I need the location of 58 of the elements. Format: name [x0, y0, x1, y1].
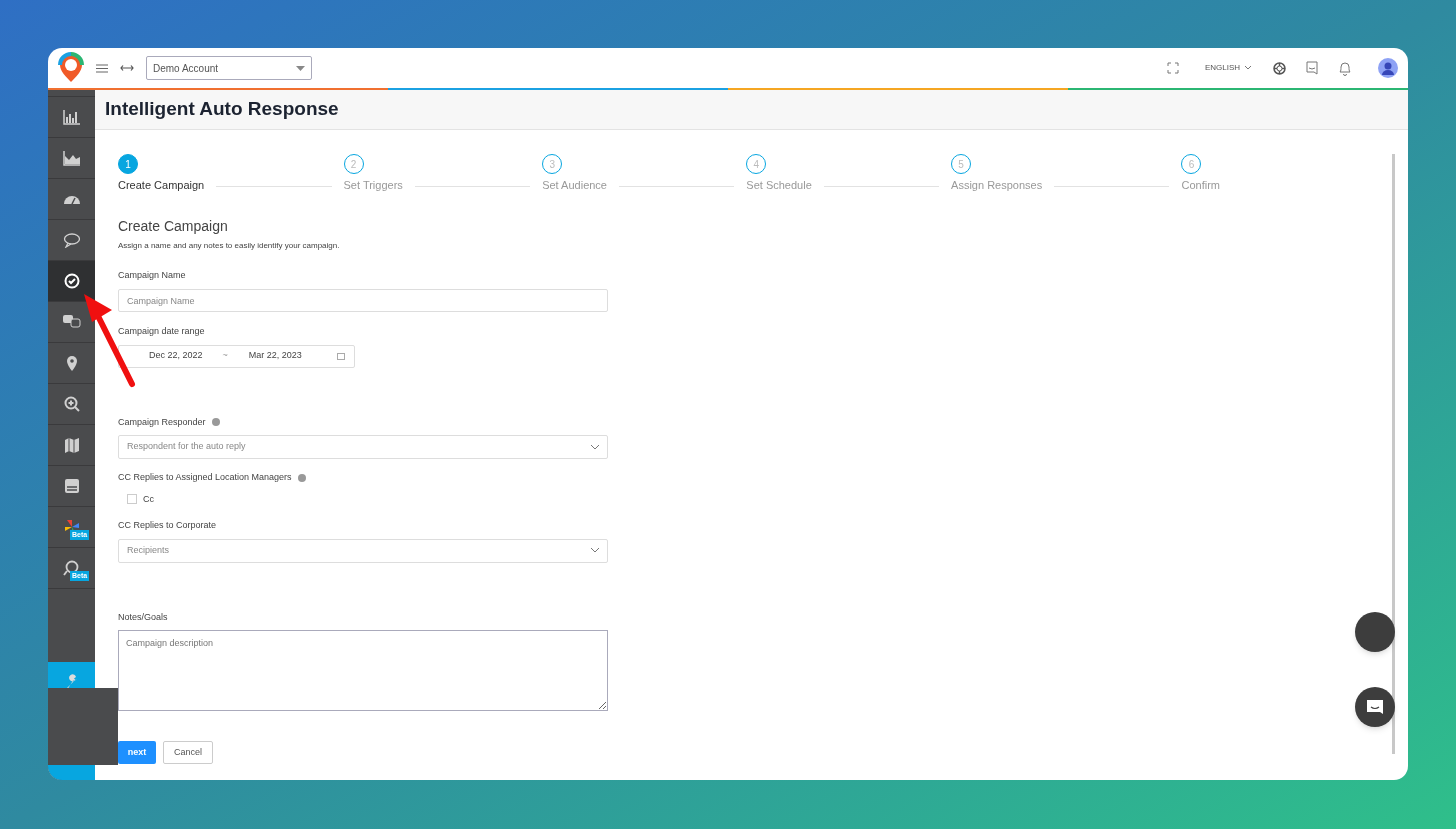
step-label[interactable]: Assign Responses [951, 177, 1043, 194]
caret-icon [296, 65, 305, 71]
step-number[interactable]: 6 [1181, 154, 1202, 174]
field-label: Campaign Responder [118, 415, 206, 429]
account-dropdown[interactable]: Demo Account [146, 56, 312, 80]
recipients-dropdown[interactable]: Recipients [118, 538, 608, 563]
message-icon [1366, 699, 1384, 715]
step-number[interactable]: 2 [343, 154, 364, 174]
field-label: Notes/Goals [118, 610, 168, 624]
notes-textarea[interactable]: Campaign description [118, 630, 608, 711]
expand-arrows-icon[interactable] [120, 64, 134, 72]
next-button[interactable]: next [118, 741, 156, 764]
page-title: Intelligent Auto Response [105, 97, 339, 122]
step-number[interactable]: 1 [118, 154, 138, 174]
step-label[interactable]: Create Campaign [118, 177, 205, 194]
area-chart-icon [62, 150, 81, 166]
question-answer-icon [62, 314, 81, 330]
section-heading: Create Campaign [118, 216, 229, 236]
speech-bubble-icon [62, 232, 81, 248]
step-label[interactable]: Confirm [1181, 177, 1220, 194]
info-icon[interactable] [297, 473, 306, 482]
logo-icon [58, 52, 84, 84]
section-subtitle: Assign a name and any notes to easily identify your campaign. [118, 239, 341, 252]
info-icon[interactable] [211, 418, 220, 427]
scrollbar[interactable] [1391, 154, 1395, 754]
chat-launcher[interactable] [1355, 687, 1395, 727]
lifebuoy-icon[interactable] [1273, 61, 1286, 75]
sidebar-item[interactable] [48, 261, 95, 302]
text-input[interactable]: Campaign Name [118, 289, 608, 312]
responder-dropdown[interactable]: Respondent for the auto reply [118, 435, 608, 459]
step-number[interactable]: 5 [951, 154, 972, 174]
step-label[interactable]: Set Schedule [746, 177, 812, 194]
floating-button[interactable] [1355, 612, 1395, 652]
panel-icon [62, 478, 81, 494]
date-range-field[interactable]: Dec 22, 2022 ~ Mar 22, 2023 [118, 344, 355, 368]
cancel-button[interactable]: Cancel [163, 741, 213, 764]
step-number[interactable]: 4 [746, 154, 767, 174]
step-label[interactable]: Set Audience [542, 177, 607, 194]
step-number[interactable]: 3 [542, 154, 563, 174]
chevron-icon [591, 444, 599, 450]
field-label: Campaign date range [118, 325, 205, 338]
language-dropdown[interactable]: ENGLISH [1204, 62, 1251, 74]
cc-checkbox[interactable]: Cc [127, 492, 608, 506]
fullscreen-icon[interactable] [1166, 62, 1179, 74]
check-circle-icon [62, 273, 81, 289]
chat-icon[interactable] [1306, 61, 1318, 75]
zoom-in-icon [62, 396, 81, 412]
field-label: Campaign Name [118, 268, 186, 282]
chevron-icon [591, 548, 599, 553]
menu-icon[interactable] [96, 63, 108, 73]
step-label[interactable]: Set Triggers [343, 177, 403, 194]
bar-chart-icon [62, 109, 81, 125]
bell-icon[interactable] [1338, 60, 1352, 76]
field-label: CC Replies to Assigned Location Managers [118, 471, 292, 484]
field-label: CC Replies to Corporate [118, 519, 217, 532]
chevron-icon [1245, 66, 1251, 70]
map-icon [62, 437, 81, 453]
avatar-icon[interactable] [1378, 58, 1398, 78]
